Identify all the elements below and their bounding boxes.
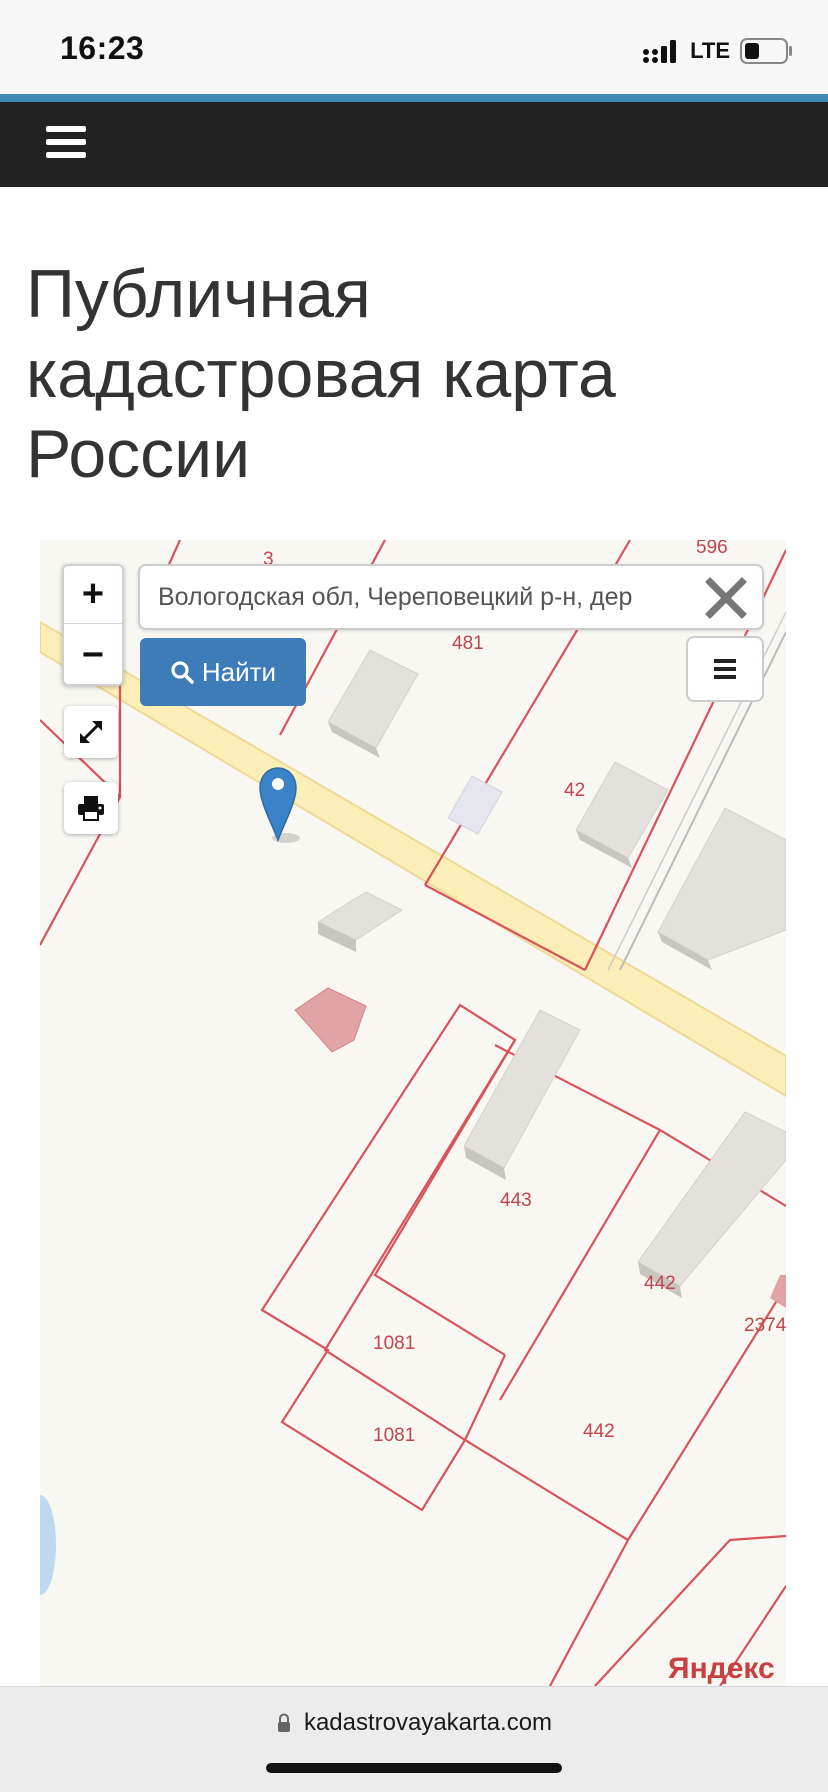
battery-icon (740, 38, 792, 64)
layers-menu-button[interactable] (686, 636, 764, 702)
parcel-label: 443 (500, 1190, 532, 1211)
address-search-input[interactable] (158, 574, 698, 620)
home-indicator (266, 1763, 562, 1773)
status-time: 16:23 (60, 30, 145, 66)
network-label: LTE (690, 38, 730, 63)
browser-bottom-bar: kadastrovayakarta.com (0, 1686, 828, 1792)
parcel-label: 481 (452, 633, 484, 654)
buildings (294, 649, 786, 1308)
search-icon (171, 661, 194, 684)
print-button[interactable] (64, 782, 118, 834)
parcel-label: 1081 (373, 1333, 415, 1354)
navbar (0, 94, 828, 187)
address-bar[interactable]: kadastrovayakarta.com (0, 1709, 828, 1737)
status-indicators: LTE (642, 36, 794, 66)
cadastral-map[interactable]: 596 3 481 42 443 442 2374 1081 1081 442 … (40, 540, 786, 1686)
parcel-label: 442 (583, 1421, 615, 1442)
clear-search-icon[interactable] (704, 576, 748, 620)
map-canvas: 596 3 481 42 443 442 2374 1081 1081 442 … (40, 540, 786, 1686)
zoom-out-button[interactable]: − (64, 626, 122, 684)
find-button-label: Найти (201, 656, 277, 687)
page-title: Публичная кадастровая карта России (26, 256, 616, 492)
menu-button[interactable] (46, 122, 88, 162)
parcel-label: 1081 (373, 1425, 415, 1446)
printer-icon (78, 796, 104, 821)
url-text: kadastrovayakarta.com (303, 1709, 553, 1736)
zoom-in-button[interactable]: + (64, 566, 122, 624)
signal-icon (643, 40, 677, 63)
map-attribution[interactable]: Яндекс (668, 1652, 775, 1685)
fullscreen-button[interactable] (64, 706, 118, 758)
parcel-label: 2374 (744, 1315, 786, 1336)
parcel-label: 442 (644, 1273, 676, 1294)
water-body (40, 1495, 56, 1595)
parcel-label: 596 (696, 540, 728, 558)
zoom-control: + − (62, 564, 124, 686)
lock-icon (277, 1713, 290, 1732)
list-icon (714, 659, 736, 679)
find-button[interactable]: Найти (140, 638, 306, 706)
status-bar: 16:23 LTE (0, 0, 828, 94)
expand-arrows-icon (80, 721, 102, 743)
parcel-label: 42 (564, 780, 585, 801)
address-search-box (138, 564, 764, 630)
